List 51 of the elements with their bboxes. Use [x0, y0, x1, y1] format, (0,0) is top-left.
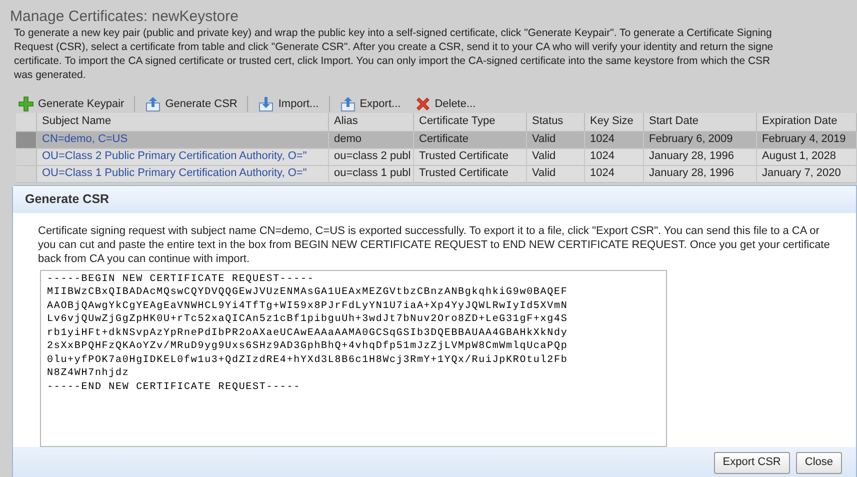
table-cell: 1024: [585, 148, 644, 164]
upload-icon: [340, 96, 356, 112]
table-cell: January 7, 2020: [757, 166, 857, 182]
table-row[interactable]: OU=Class 2 Public Primary Certification Authority, O=" ou=class 2 publ Trusted Certificate Valid 1024 January 28, 1996 August 1, 2028: [16, 148, 857, 166]
toolbar-button[interactable]: Import...: [256, 96, 321, 112]
table-cell: ou=class 1 publ: [329, 166, 414, 182]
dialog-button[interactable]: Close: [796, 452, 842, 474]
delete-icon: [414, 96, 431, 112]
table-cell: August 1, 2028: [757, 148, 857, 164]
column-header[interactable]: Certificate Type: [414, 112, 527, 130]
upload-icon: [145, 96, 162, 112]
download-icon: [258, 96, 274, 112]
table-cell: CN=demo, C=US: [37, 132, 329, 148]
table-cell: Valid: [527, 148, 585, 164]
table-cell: Valid: [527, 166, 585, 182]
table-row[interactable]: OU=Class 1 Public Primary Certification Authority, O=" ou=class 1 publ Trusted Certificate Valid 1024 January 28, 1996 January 7, 2020: [16, 166, 857, 182]
dialog-button[interactable]: Export CSR: [714, 452, 790, 474]
table-cell: January 28, 1996: [644, 148, 757, 164]
table-cell: OU=Class 1 Public Primary Certification Authority, O=": [37, 166, 329, 182]
toolbar-button[interactable]: Generate CSR: [143, 96, 240, 112]
column-header[interactable]: Key Size: [585, 112, 644, 130]
row-header[interactable]: [16, 132, 37, 148]
column-header[interactable]: Subject Name: [37, 112, 329, 130]
toolbar-button[interactable]: Delete...: [412, 96, 478, 112]
table-cell: Trusted Certificate: [414, 148, 527, 164]
toolbar-button[interactable]: Export...: [338, 96, 403, 112]
table-cell: Certificate: [414, 132, 527, 148]
plus-icon: [18, 96, 34, 112]
table-cell: February 4, 2019: [757, 132, 857, 148]
page-title: Manage Certificates: newKeystore: [10, 8, 240, 26]
page-description: To generate a new key pair (public and private key) and wrap the public key into a self-signed certificate, click "Generate Keypair". To generate a Certificate Signing Request (CSR), select a certificate from table and click "Generate CSR". After you create a CSR, send it to your CA who will verify your identity and return the signe certificate. To import the CA signed certificate or trusted cert, click Import. You can only import the CA-signed certificate into the same keystore from which the CSR was generated.: [13, 26, 774, 82]
row-header[interactable]: [16, 148, 37, 164]
csr-text-area[interactable]: -----BEGIN NEW CERTIFICATE REQUEST----- MIIBWzCBxQIBADAcMQswCQYDVQQGEwJVUzENMAsGA1UEAxMEZGVtbzCBnzANBgkqhkiG9w0BAQEF AAOBjQAwgYkCgYEAgEaVNWHCL9Yi4TfTg+WI59x8PJrFdLyYN1U7iaA+Xp4YyJQWLRwIyId5XVmN Lv6vjQUwZjGgZpHK0U+rTc52xaQICAn5z1cBf1pibguUh+3wdJt7bNuv2Oro8ZD+LeG31gF+xg4S rb1yiHFt+dkNSvpAzYpRnePdIbPR2oAXaeUCAwEAAaAAMA0GCSqGSIb3DQEBBAUAA4GBAHkXkNdy 2sXxBPQHFzQKAoYZv/MRuD9yg9Uxs6SHz9AD3GphBhQ+4vhqDfp51mJzZjLVMpW8CmWmlqUcaPQp 0lu+yfPOK7a0HgIDKEL0fw1u3+QdZIzdRE4+hYXd3L8B6c1H8Wcj3RmY+1YQx/RuiJpKROtul2Fb N8Z4WH7nhjdz -----END NEW CERTIFICATE REQUEST-----: [40, 270, 667, 446]
table-cell: January 28, 1996: [644, 166, 757, 182]
column-header[interactable]: Start Date: [644, 112, 757, 130]
column-header[interactable]: Alias: [329, 112, 414, 130]
table-cell: Valid: [527, 132, 585, 148]
dialog-message: Certificate signing request with subject name CN=demo, C=US is exported successfully. To export it to a file, click "Export CSR". You can send this file to a CA or you can cut and paste the entire text in the box from BEGIN NEW CERTIFICATE REQUEST to END NEW CERTIFICATE REQUEST. Once you get your certificate back from CA you can continue with import.: [38, 224, 831, 266]
toolbar-button[interactable]: Generate Keypair: [16, 96, 126, 112]
column-header[interactable]: Expiration Date: [757, 112, 857, 130]
dialog-title: Generate CSR: [25, 190, 110, 208]
table-cell: 1024: [585, 132, 644, 148]
table-cell: OU=Class 2 Public Primary Certification Authority, O=": [37, 148, 329, 164]
table-cell: demo: [329, 132, 414, 148]
row-header[interactable]: [16, 166, 37, 182]
table-cell: ou=class 2 publ: [329, 148, 414, 164]
table-row[interactable]: CN=demo, C=US demo Certificate Valid 1024 February 6, 2009 February 4, 2019: [16, 132, 857, 148]
column-header[interactable]: Status: [527, 112, 585, 130]
table-cell: Trusted Certificate: [414, 166, 527, 182]
table-cell: 1024: [585, 166, 644, 182]
table-cell: February 6, 2009: [644, 132, 757, 148]
